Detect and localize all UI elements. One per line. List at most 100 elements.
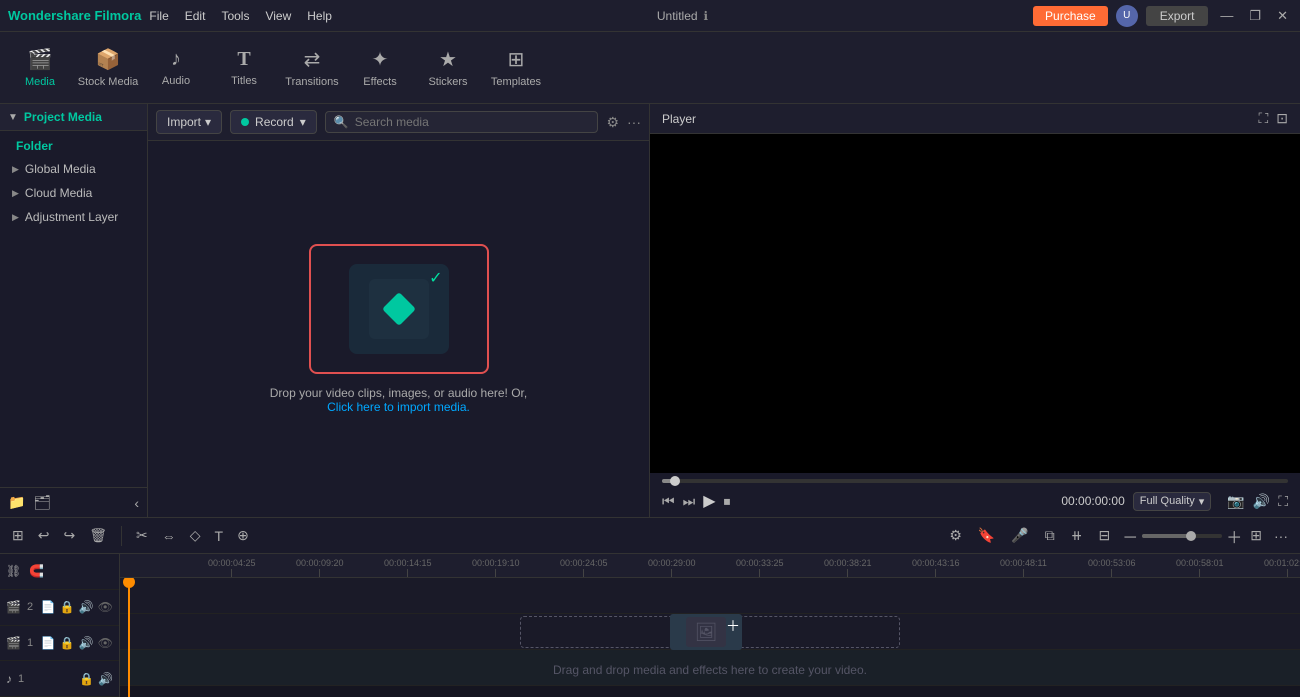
- zoom-in-button[interactable]: ＋: [1226, 524, 1242, 548]
- track1-lock-icon[interactable]: 🔒: [60, 636, 75, 650]
- ruler-mark: 00:00:19:10: [472, 558, 520, 577]
- ruler-mark: 00:00:14:15: [384, 558, 432, 577]
- player-progress-bar[interactable]: [662, 479, 1288, 483]
- track2-file-icon[interactable]: 📄: [41, 600, 56, 614]
- ruler-mark: 00:00:24:05: [560, 558, 608, 577]
- user-avatar[interactable]: U: [1116, 5, 1138, 27]
- add-media-icon[interactable]: ＋: [726, 616, 740, 636]
- record-dropdown-icon[interactable]: ▾: [300, 115, 306, 129]
- separator: [121, 526, 122, 546]
- import-button[interactable]: Import ▾: [156, 110, 222, 134]
- menu-help[interactable]: Help: [307, 9, 332, 23]
- track1-volume-icon[interactable]: 🔊: [79, 636, 94, 650]
- panel-collapse-arrow[interactable]: ▼: [8, 112, 18, 123]
- step-forward-button[interactable]: ⏭: [683, 493, 696, 510]
- split-button[interactable]: ✂: [132, 525, 152, 546]
- stop-button[interactable]: ⏹: [724, 493, 731, 510]
- track-row-video2[interactable]: [120, 578, 1300, 614]
- screenshot-button[interactable]: 📷: [1227, 493, 1244, 510]
- menu-edit[interactable]: Edit: [185, 9, 206, 23]
- more-options-icon[interactable]: ···: [627, 114, 641, 130]
- timeline-settings-btn[interactable]: ⚙: [945, 525, 966, 546]
- audio-volume-icon[interactable]: 🔊: [98, 672, 113, 686]
- play-button[interactable]: ▶: [703, 491, 715, 511]
- media-toolbar: Import ▾ Record ▾ 🔍 ⚙ ···: [148, 104, 649, 141]
- timeline-ruler[interactable]: 00:00:04:2500:00:09:2000:00:14:1500:00:1…: [120, 554, 1300, 578]
- import-link[interactable]: Click here to import media.: [327, 400, 470, 414]
- stickers-icon: ★: [439, 47, 457, 72]
- minimize-button[interactable]: —: [1216, 8, 1237, 23]
- insert-btn[interactable]: ⊟: [1095, 525, 1115, 546]
- delete-button[interactable]: 🗑: [85, 525, 111, 546]
- fullscreen-button[interactable]: ⛶: [1278, 493, 1288, 510]
- tree-item-folder[interactable]: Folder: [0, 135, 147, 157]
- step-back-button[interactable]: ⏮: [662, 493, 675, 510]
- drop-zone[interactable]: ✓: [309, 244, 489, 374]
- tree-item-cloud-media[interactable]: ▶ Cloud Media: [0, 181, 147, 205]
- zoom-out-button[interactable]: －: [1122, 524, 1138, 548]
- close-button[interactable]: ✕: [1273, 8, 1292, 24]
- stock-media-icon: 📦: [96, 47, 121, 72]
- filter-icon[interactable]: ⚙: [606, 114, 619, 131]
- export-button[interactable]: Export: [1146, 6, 1209, 26]
- tree-item-adjustment-layer[interactable]: ▶ Adjustment Layer: [0, 205, 147, 229]
- toolbar-media[interactable]: 🎬 Media: [8, 38, 72, 98]
- undo-button[interactable]: ↩: [34, 525, 54, 546]
- toolbar-stock-media[interactable]: 📦 Stock Media: [76, 38, 140, 98]
- track1-file-icon[interactable]: 📄: [41, 636, 56, 650]
- info-icon[interactable]: ℹ: [704, 9, 709, 23]
- purchase-button[interactable]: Purchase: [1033, 6, 1108, 26]
- mic-btn[interactable]: 🎤: [1007, 525, 1032, 546]
- player-controls: ⏮ ⏭ ▶ ⏹ 00:00:00:00 Full Quality ▾ 📷 🔊 ⛶: [650, 473, 1300, 517]
- mask-button[interactable]: ◇: [186, 525, 205, 546]
- track1-eye-icon[interactable]: 👁: [98, 636, 113, 650]
- zoom-track[interactable]: [1142, 534, 1222, 538]
- redo-button[interactable]: ↪: [59, 525, 79, 546]
- split-tl-btn[interactable]: ⧺: [1067, 525, 1087, 546]
- text-button[interactable]: T: [211, 526, 228, 546]
- player-screen[interactable]: [650, 134, 1300, 473]
- track2-eye-icon[interactable]: 👁: [98, 600, 113, 614]
- bookmark-btn[interactable]: 🔖: [974, 525, 999, 546]
- toolbar-templates[interactable]: ⊞ Templates: [484, 38, 548, 98]
- track2-volume-icon[interactable]: 🔊: [79, 600, 94, 614]
- search-input[interactable]: [355, 115, 590, 129]
- player-settings-icon[interactable]: ⊡: [1276, 110, 1288, 127]
- track-header-video1: 🎬 1 📄 🔒 🔊 👁: [0, 626, 119, 662]
- track-row-video1[interactable]: 🖼 ＋: [120, 614, 1300, 650]
- link-icon[interactable]: ⛓: [6, 564, 21, 578]
- toolbar-audio[interactable]: ♪ Audio: [144, 38, 208, 98]
- audio-lock-icon[interactable]: 🔒: [79, 672, 94, 686]
- menu-file[interactable]: File: [149, 9, 168, 23]
- import-dropdown-icon[interactable]: ▾: [205, 115, 211, 129]
- timeline-content: ⛓ 🧲 🎬 2 📄 🔒 🔊 👁 🎬 1 📄 🔒 🔊: [0, 554, 1300, 697]
- maximize-button[interactable]: ❐: [1245, 8, 1265, 24]
- timeline-layout-btn[interactable]: ⊞: [1250, 527, 1262, 544]
- toolbar-transitions[interactable]: ⇄ Transitions: [280, 38, 344, 98]
- tree-item-global-media[interactable]: ▶ Global Media: [0, 157, 147, 181]
- toolbar-titles[interactable]: T Titles: [212, 38, 276, 98]
- quality-select[interactable]: Full Quality ▾: [1133, 492, 1212, 511]
- timeline-tracks[interactable]: 🖼 ＋ Drag and drop media and effects here…: [120, 578, 1300, 697]
- magnet-icon[interactable]: 🧲: [29, 564, 44, 578]
- timeline-tool-icon[interactable]: ⊞: [8, 525, 28, 546]
- new-folder-icon[interactable]: 🗂: [33, 494, 51, 511]
- crop-button[interactable]: ⇔: [158, 526, 180, 546]
- volume-button[interactable]: 🔊: [1253, 493, 1270, 510]
- collapse-button[interactable]: ‹: [134, 495, 139, 511]
- player-expand-icon[interactable]: ⛶: [1258, 110, 1268, 127]
- menu-view[interactable]: View: [265, 9, 291, 23]
- copy-btn[interactable]: ⧉: [1041, 525, 1059, 546]
- timeline-tracks-header: ⛓ 🧲 🎬 2 📄 🔒 🔊 👁 🎬 1 📄 🔒 🔊: [0, 554, 120, 697]
- toolbar-stock-label: Stock Media: [78, 76, 139, 88]
- record-indicator: [241, 118, 249, 126]
- menu-tools[interactable]: Tools: [221, 9, 249, 23]
- toolbar-stickers[interactable]: ★ Stickers: [416, 38, 480, 98]
- templates-icon: ⊞: [508, 47, 525, 72]
- toolbar-effects[interactable]: ✦ Effects: [348, 38, 412, 98]
- add-folder-icon[interactable]: 📁: [8, 494, 25, 511]
- transform-button[interactable]: ⊕: [233, 525, 253, 546]
- track2-lock-icon[interactable]: 🔒: [60, 600, 75, 614]
- record-button[interactable]: Record ▾: [230, 110, 317, 134]
- timeline-more-btn[interactable]: ···: [1270, 526, 1292, 546]
